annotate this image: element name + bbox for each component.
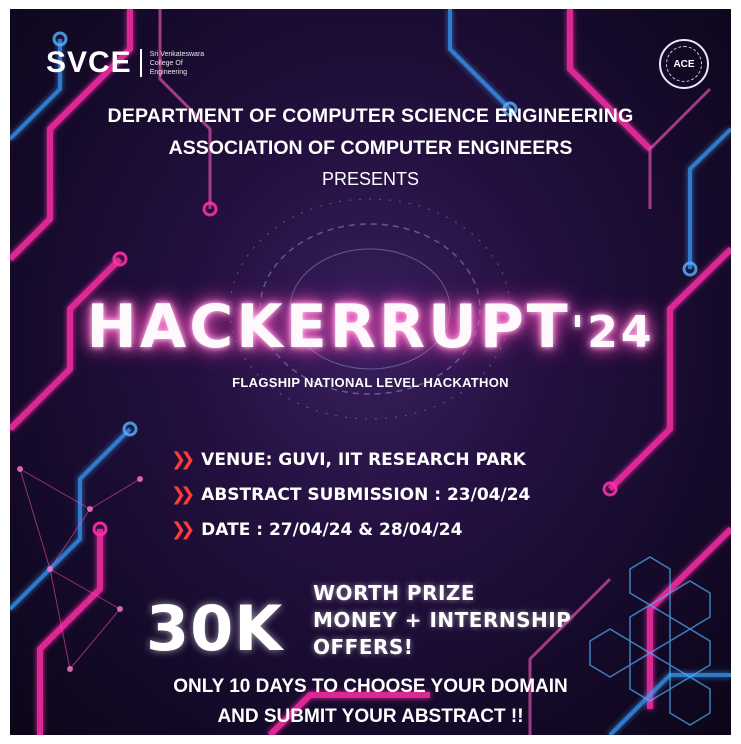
detail-venue: ❯❯ VENUE: GUVI, IIT RESEARCH PARK — [171, 449, 526, 470]
prize-line-1: WORTH PRIZE — [313, 581, 476, 605]
event-poster: SVCE Sri Venkateswara College Of Enginee… — [10, 9, 731, 735]
closing-line-2: AND SUBMIT YOUR ABSTRACT !! — [217, 706, 524, 727]
college-logo: SVCE Sri Venkateswara College Of Enginee… — [46, 46, 210, 80]
prize-line-2: MONEY + INTERNSHIP — [313, 608, 572, 632]
department-heading: DEPARTMENT OF COMPUTER SCIENCE ENGINEERI… — [107, 105, 634, 127]
detail-date: ❯❯ DATE : 27/04/24 & 28/04/24 — [171, 519, 462, 540]
chevron-right-icon: ❯❯ — [171, 519, 195, 540]
prize-line-3: OFFERS! — [313, 635, 414, 659]
prize-amount: 30K — [146, 592, 284, 665]
college-name: Sri Venkateswara College Of Engineering — [149, 50, 205, 76]
logo-divider — [139, 49, 142, 77]
chevron-right-icon: ❯❯ — [171, 449, 195, 470]
detail-date-text: DATE : 27/04/24 & 28/04/24 — [201, 519, 463, 540]
college-logo-mark: SVCE — [46, 46, 132, 79]
association-logo: ACE — [659, 39, 709, 89]
detail-venue-text: VENUE: GUVI, IIT RESEARCH PARK — [201, 449, 526, 470]
closing-line-1: ONLY 10 DAYS TO CHOOSE YOUR DOMAIN — [173, 676, 568, 697]
event-title: HACKERRUPT'24 — [10, 292, 731, 362]
association-logo-text: ACE — [666, 46, 702, 82]
detail-abstract-text: ABSTRACT SUBMISSION : 23/04/24 — [201, 484, 531, 505]
presents-label: PRESENTS — [321, 169, 420, 189]
event-title-year: '24 — [570, 307, 655, 358]
association-heading: ASSOCIATION OF COMPUTER ENGINEERS — [168, 137, 573, 159]
event-title-name: HACKERRUPT — [86, 292, 571, 362]
event-tagline: FLAGSHIP NATIONAL LEVEL HACKATHON — [232, 375, 509, 390]
chevron-right-icon: ❯❯ — [171, 484, 195, 505]
detail-abstract-submission: ❯❯ ABSTRACT SUBMISSION : 23/04/24 — [171, 484, 530, 505]
